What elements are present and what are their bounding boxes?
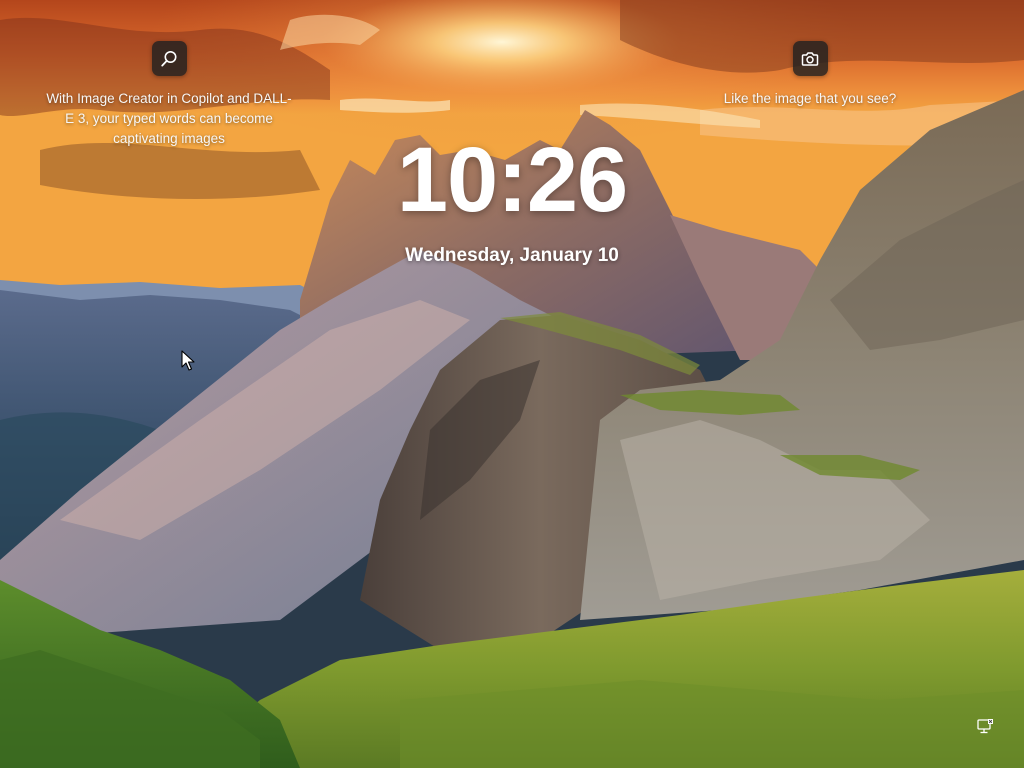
camera-icon bbox=[801, 51, 819, 66]
spotlight-info-text: With Image Creator in Copilot and DALL-E… bbox=[46, 91, 292, 146]
spotlight-info-widget: With Image Creator in Copilot and DALL-E… bbox=[44, 41, 294, 149]
lock-screen-time: 10:26 bbox=[396, 129, 628, 231]
spotlight-feedback-widget: Like the image that you see? bbox=[700, 41, 920, 109]
spotlight-feedback-text: Like the image that you see? bbox=[723, 91, 897, 106]
mouse-pointer-icon bbox=[181, 350, 195, 371]
lock-screen[interactable]: With Image Creator in Copilot and DALL-E… bbox=[0, 0, 1024, 768]
search-button[interactable] bbox=[151, 41, 187, 76]
network-status-button[interactable] bbox=[972, 714, 998, 740]
lock-screen-date: Wednesday, January 10 bbox=[405, 245, 619, 266]
search-icon bbox=[161, 50, 177, 67]
network-icon bbox=[977, 719, 993, 734]
learn-more-button[interactable] bbox=[792, 41, 828, 76]
